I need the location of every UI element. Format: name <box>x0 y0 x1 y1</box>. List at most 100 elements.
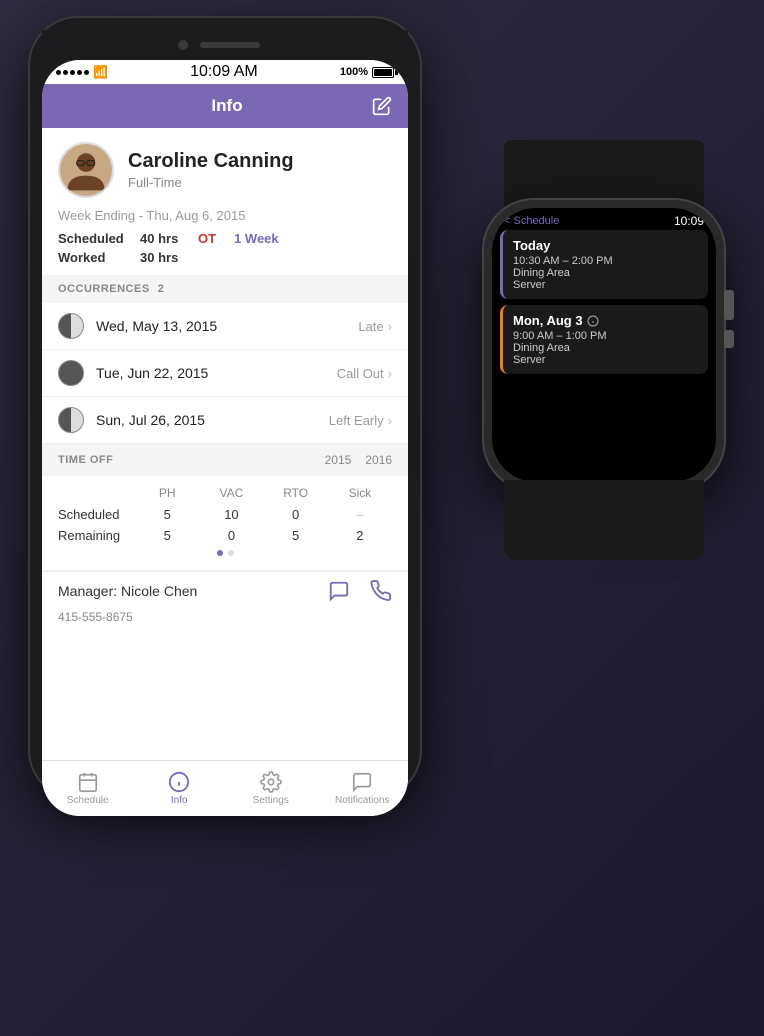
worked-label: Worked <box>58 250 126 265</box>
watch-card-time-2: 9:00 AM – 1:00 PM <box>513 330 698 342</box>
status-right: 100% <box>340 66 394 78</box>
col-sick: Sick <box>328 486 392 500</box>
watch-card-location-2: Dining Area <box>513 342 698 354</box>
profile-row: Caroline Canning Full-Time <box>58 142 392 198</box>
info-icon <box>168 771 190 793</box>
occurrence-date-1: Wed, May 13, 2015 <box>96 318 358 334</box>
page-title: Info <box>211 96 242 116</box>
notifications-icon <box>351 771 373 793</box>
watch-card-mon[interactable]: Mon, Aug 3 9:00 AM – 1:00 PM Dining Area… <box>500 305 708 374</box>
sched-sick: – <box>328 507 392 522</box>
watch-card-time-1: 10:30 AM – 2:00 PM <box>513 255 698 267</box>
watch-back-button[interactable]: < Schedule <box>504 215 559 227</box>
watch-card-location-1: Dining Area <box>513 267 698 279</box>
rem-rto: 5 <box>264 528 328 543</box>
ot-label: OT <box>198 231 216 246</box>
sched-rto: 0 <box>264 507 328 522</box>
settings-icon <box>260 771 282 793</box>
watch-crown-2 <box>724 330 734 348</box>
half-circle-icon-1 <box>58 313 84 339</box>
remaining-data-row: Remaining 5 0 5 2 <box>58 525 392 546</box>
phone-screen: 📶 10:09 AM 100% Info <box>42 60 408 816</box>
status-left: 📶 <box>56 65 108 79</box>
scheduled-data-row: Scheduled 5 10 0 – <box>58 504 392 525</box>
tab-info-label: Info <box>171 795 188 806</box>
occurrence-item-2[interactable]: Tue, Jun 22, 2015 Call Out › <box>42 350 408 397</box>
table-header: PH VAC RTO Sick <box>58 482 392 504</box>
phone-top-bar <box>42 30 408 60</box>
status-bar: 📶 10:09 AM 100% <box>42 60 408 84</box>
tab-bar: Schedule Info <box>42 760 408 816</box>
info-badge-icon <box>587 315 599 327</box>
col-ph: PH <box>135 486 199 500</box>
occurrence-type-3: Left Early <box>329 413 384 428</box>
profile-info: Caroline Canning Full-Time <box>128 150 294 190</box>
scheduled-label: Scheduled <box>58 231 126 246</box>
time-off-header: TIME OFF 2015 2016 <box>42 444 408 476</box>
dot-inactive <box>228 550 234 556</box>
rem-sick: 2 <box>328 528 392 543</box>
phone-body: 📶 10:09 AM 100% Info <box>30 18 420 798</box>
half-circle-icon-3 <box>58 407 84 433</box>
phone-device: 📶 10:09 AM 100% Info <box>30 18 420 798</box>
worked-row: Worked 30 hrs <box>58 250 392 265</box>
tab-notifications[interactable]: Notifications <box>317 771 409 806</box>
occurrence-date-3: Sun, Jul 26, 2015 <box>96 412 329 428</box>
watch-card-title-1: Today <box>513 238 698 253</box>
rem-vac: 0 <box>199 528 263 543</box>
occurrences-title: OCCURRENCES <box>58 283 150 295</box>
watch-card-role-1: Server <box>513 279 698 291</box>
watch-time: 10:09 <box>674 214 704 228</box>
profile-section: Caroline Canning Full-Time Week Ending -… <box>42 128 408 275</box>
time-off-title: TIME OFF <box>58 454 113 466</box>
pagination-dots <box>58 546 392 560</box>
content-area: Caroline Canning Full-Time Week Ending -… <box>42 128 408 816</box>
nav-bar: Info <box>42 84 408 128</box>
message-icon[interactable] <box>328 580 350 602</box>
tab-settings-label: Settings <box>253 795 289 806</box>
avatar <box>58 142 114 198</box>
watch-body: < Schedule 10:09 Today 10:30 AM – 2:00 P… <box>484 200 724 490</box>
manager-icons <box>328 580 392 602</box>
full-circle-icon-2 <box>58 360 84 386</box>
tab-info[interactable]: Info <box>134 771 226 806</box>
schedule-icon <box>77 771 99 793</box>
front-camera <box>178 40 188 50</box>
battery-icon <box>372 67 394 78</box>
watch-card-today[interactable]: Today 10:30 AM – 2:00 PM Dining Area Ser… <box>500 230 708 299</box>
col-rto: RTO <box>264 486 328 500</box>
tab-schedule[interactable]: Schedule <box>42 771 134 806</box>
occurrence-item-3[interactable]: Sun, Jul 26, 2015 Left Early › <box>42 397 408 444</box>
watch-strap-bottom <box>504 480 704 560</box>
scheduled-row: Scheduled 40 hrs OT 1 Week <box>58 231 392 246</box>
chevron-icon-2: › <box>388 366 392 381</box>
watch-card-date-2: Mon, Aug 3 <box>513 313 583 328</box>
scheduled-row-label: Scheduled <box>58 507 135 522</box>
watch-crown <box>724 290 734 320</box>
sched-ph: 5 <box>135 507 199 522</box>
week-ending: Week Ending - Thu, Aug 6, 2015 <box>58 208 392 223</box>
phone-call-icon[interactable] <box>370 580 392 602</box>
tab-schedule-label: Schedule <box>67 795 109 806</box>
tab-notifications-label: Notifications <box>335 795 389 806</box>
chevron-icon-1: › <box>388 319 392 334</box>
watch-content: Today 10:30 AM – 2:00 PM Dining Area Ser… <box>492 230 716 482</box>
battery-percent: 100% <box>340 66 368 78</box>
col-vac: VAC <box>199 486 263 500</box>
manager-row: Manager: Nicole Chen <box>42 571 408 610</box>
sched-vac: 10 <box>199 507 263 522</box>
signal-dots <box>56 70 89 75</box>
remaining-row-label: Remaining <box>58 528 135 543</box>
occurrence-item-1[interactable]: Wed, May 13, 2015 Late › <box>42 303 408 350</box>
occurrences-count: 2 <box>158 283 164 295</box>
phone-speaker <box>200 42 260 48</box>
occurrence-type-2: Call Out <box>337 366 384 381</box>
watch-status-bar: < Schedule 10:09 <box>492 208 716 230</box>
watch-card-title-2: Mon, Aug 3 <box>513 313 698 328</box>
profile-type: Full-Time <box>128 175 294 190</box>
watch-device: < Schedule 10:09 Today 10:30 AM – 2:00 P… <box>484 200 724 490</box>
time-off-table: PH VAC RTO Sick Scheduled 5 10 0 – Remai… <box>42 476 408 570</box>
tab-settings[interactable]: Settings <box>225 771 317 806</box>
edit-icon[interactable] <box>372 96 392 116</box>
year-2016: 2016 <box>365 453 392 467</box>
